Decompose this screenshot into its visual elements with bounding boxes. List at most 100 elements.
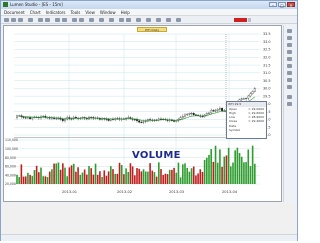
candle-body xyxy=(46,117,49,119)
volume-bar xyxy=(155,176,158,184)
candle-body xyxy=(179,117,182,120)
candle-body xyxy=(55,118,58,120)
candle-body xyxy=(223,110,226,112)
candle-body xyxy=(24,117,27,119)
volume-bar xyxy=(81,172,84,184)
candle-body xyxy=(138,120,141,123)
volume-bar xyxy=(129,163,132,184)
volume-bar xyxy=(125,168,127,184)
candle-body xyxy=(212,110,215,112)
cursor-icon[interactable] xyxy=(287,29,292,33)
candle-body xyxy=(210,110,213,114)
candle-body xyxy=(109,118,112,121)
candle-body xyxy=(57,118,60,120)
calendar-icon[interactable] xyxy=(166,18,171,22)
volume-bar xyxy=(66,176,68,184)
candle-body xyxy=(26,117,29,119)
horizontal-line-icon[interactable] xyxy=(287,43,292,47)
settings-icon[interactable] xyxy=(109,18,114,22)
volume-bar xyxy=(24,176,27,184)
bar-icon[interactable] xyxy=(79,18,84,22)
volume-bar xyxy=(83,169,86,184)
zoom-in-icon[interactable] xyxy=(38,18,43,22)
candle-body xyxy=(61,119,64,121)
fibonacci-icon[interactable] xyxy=(287,57,292,61)
volume-bar xyxy=(243,162,245,184)
menu-view[interactable]: View xyxy=(85,10,95,15)
menu-window[interactable]: Window xyxy=(100,10,116,15)
zoom-out-icon[interactable] xyxy=(45,18,50,22)
help-icon[interactable] xyxy=(146,18,151,22)
data-label: Close xyxy=(229,119,238,123)
volume-bar xyxy=(153,172,156,184)
data-value: = 29.4000 xyxy=(248,119,264,123)
candle-body xyxy=(29,117,32,119)
open-icon[interactable] xyxy=(11,18,16,22)
volume-bar xyxy=(182,164,184,184)
vertical-line-icon[interactable] xyxy=(287,50,292,54)
color-dropdown-icon[interactable] xyxy=(248,18,251,22)
candle-body xyxy=(247,95,250,99)
menu-document[interactable]: Document xyxy=(4,10,25,15)
volume-bar xyxy=(70,165,73,184)
candle-body xyxy=(208,112,210,114)
volume-bar xyxy=(18,177,20,184)
volume-bar xyxy=(219,149,221,184)
chart-panel[interactable]: 33.533.032.532.031.531.030.530.029.529.0… xyxy=(3,25,282,202)
magnet-icon[interactable] xyxy=(287,95,292,99)
grid-icon[interactable] xyxy=(119,18,124,22)
rectangle-icon[interactable] xyxy=(287,71,292,75)
candle-icon[interactable] xyxy=(72,18,77,22)
candle-body xyxy=(214,110,217,112)
indicator-icon[interactable] xyxy=(89,18,94,22)
layout-icon[interactable] xyxy=(156,18,161,22)
volume-bar xyxy=(31,176,34,184)
price-tick-label: 31.5 xyxy=(263,63,271,67)
toolbar xyxy=(1,16,297,24)
volume-bar xyxy=(173,167,175,184)
print-icon[interactable] xyxy=(28,18,33,22)
volume-bar xyxy=(44,176,47,184)
volume-bar xyxy=(186,167,188,184)
crosshair-icon[interactable] xyxy=(55,18,60,22)
color-picker[interactable] xyxy=(234,18,247,22)
volume-bar xyxy=(245,162,247,184)
candle-body xyxy=(240,98,243,100)
menu-chart[interactable]: Chart xyxy=(30,10,41,15)
price-tick-label: 33.0 xyxy=(263,40,271,44)
menu-indicators[interactable]: Indicators xyxy=(46,10,66,15)
new-icon[interactable] xyxy=(4,18,9,22)
candle-body xyxy=(253,88,256,92)
volume-bar xyxy=(46,176,49,184)
volume-bar xyxy=(112,169,114,184)
app-logo-icon xyxy=(3,2,8,7)
volume-bar xyxy=(103,170,106,184)
volume-bar xyxy=(105,175,108,184)
text-tool-icon[interactable] xyxy=(287,64,292,68)
menu-help[interactable]: Help xyxy=(121,10,130,15)
refresh-icon[interactable] xyxy=(99,18,104,22)
volume-bar xyxy=(16,174,18,184)
close-button[interactable]: ✕ xyxy=(287,2,295,8)
volume-bar xyxy=(247,149,250,184)
menu-tools[interactable]: Tools xyxy=(71,10,81,15)
maximize-button[interactable]: □ xyxy=(278,2,286,8)
volume-tick-label: 100,000 xyxy=(5,147,18,151)
trendline-icon[interactable] xyxy=(287,36,292,40)
volume-bar xyxy=(212,161,215,184)
minimize-button[interactable]: – xyxy=(269,2,277,8)
volume-bar xyxy=(38,172,40,184)
export-icon[interactable] xyxy=(136,18,141,22)
volume-bar xyxy=(57,162,60,184)
save-icon[interactable] xyxy=(18,18,23,22)
volume-bar xyxy=(210,149,212,184)
volume-bar xyxy=(236,147,239,184)
ellipse-icon[interactable] xyxy=(287,78,292,82)
line-tool-icon[interactable] xyxy=(62,18,67,22)
lock-icon[interactable] xyxy=(176,18,181,22)
volume-bar xyxy=(195,175,197,184)
legend-icon[interactable] xyxy=(126,18,131,22)
app-window: Lumen Studio - [ES - 15m] – □ ✕ Document… xyxy=(0,0,298,241)
delete-icon[interactable] xyxy=(287,102,292,106)
arrow-icon[interactable] xyxy=(287,85,292,89)
